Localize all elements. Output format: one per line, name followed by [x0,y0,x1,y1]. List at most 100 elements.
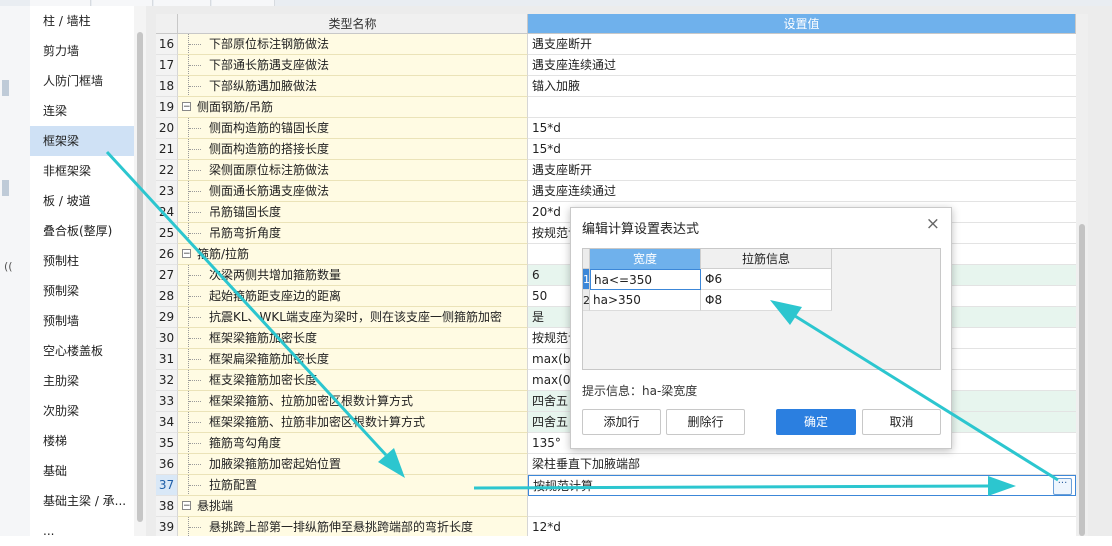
setting-value-cell[interactable]: 15*d [528,139,1076,160]
group-row[interactable]: 38− 悬挑端 [156,496,1076,517]
sidebar-scrollbar[interactable] [134,6,146,536]
grid-scrollbar[interactable] [1076,14,1088,536]
setting-value-cell[interactable]: 12*d [528,517,1076,536]
setting-value-cell[interactable]: 遇支座断开 [528,34,1076,55]
setting-value-cell[interactable]: 遇支座连续通过 [528,181,1076,202]
sidebar-item[interactable]: 框架梁 [30,126,134,156]
sidebar-item[interactable]: 柱 / 墙柱 [30,6,134,36]
table-row[interactable]: 22 梁侧面原位标注筋做法 遇支座断开 [156,160,1076,181]
width-cell[interactable]: ha<=350 [590,269,701,290]
type-name-cell: 框架扁梁箍筋加密长度 [178,349,528,370]
sidebar-item[interactable]: 楼梯 [30,426,134,456]
sidebar-item[interactable]: 空心楼盖板 [30,336,134,366]
table-row[interactable]: 37 拉筋配置 按规范计算 ··· [156,475,1076,496]
type-name-cell: 次梁两侧共增加箍筋数量 [178,265,528,286]
type-name-label: 箍筋/拉筋 [197,247,250,261]
table-row[interactable]: 36 加腋梁箍筋加密起始位置 梁柱垂直下加腋端部 [156,454,1076,475]
type-name-label: 吊筋锚固长度 [209,205,282,219]
collapse-icon[interactable]: − [182,501,191,511]
type-name-label: 下部纵筋遇加腋做法 [209,79,318,93]
type-name-label: 框架梁箍筋、拉筋非加密区根数计算方式 [209,415,426,429]
setting-value-text: 四舍五 [532,415,569,429]
sidebar-item[interactable]: 人防门框墙 [30,66,134,96]
setting-value-cell[interactable] [528,97,1076,118]
setting-value-text: 四舍五 [532,394,569,408]
table-row[interactable]: 21 侧面构造筋的搭接长度 15*d [156,139,1076,160]
collapse-icon[interactable]: − [182,102,191,112]
sidebar-item[interactable]: 连梁 [30,96,134,126]
setting-value-cell[interactable]: 遇支座断开 [528,160,1076,181]
width-cell[interactable]: ha>350 [590,290,701,311]
close-icon[interactable]: × [926,214,940,234]
cancel-button[interactable]: 取消 [862,409,941,435]
sidebar-item[interactable]: ... [30,516,134,546]
setting-value-text: 15*d [532,121,561,135]
sidebar-item[interactable]: 板 / 坡道 [30,186,134,216]
table-row[interactable]: 23 侧面通长筋遇支座做法 遇支座连续通过 [156,181,1076,202]
sidebar-item[interactable]: 主肋梁 [30,366,134,396]
row-number: 38 [156,496,178,517]
table-row[interactable]: 17 下部通长筋遇支座做法 遇支座连续通过 [156,55,1076,76]
table-row[interactable]: 20 侧面构造筋的锚固长度 15*d [156,118,1076,139]
delete-row-button[interactable]: 删除行 [666,409,745,435]
setting-value-cell[interactable]: 锚入加腋 [528,76,1076,97]
setting-value-text: 遇支座连续通过 [532,58,617,72]
tree-line-icon [188,160,201,180]
table-row[interactable]: 16 下部原位标注钢筋做法 遇支座断开 [156,34,1076,55]
row-number: 28 [156,286,178,307]
tree-line-icon [188,370,201,390]
sidebar-item[interactable]: 叠合板(整厚) [30,216,134,246]
setting-value-cell[interactable]: 遇支座连续通过 [528,55,1076,76]
type-name-cell: 下部原位标注钢筋做法 [178,34,528,55]
sidebar-item[interactable]: 剪力墙 [30,36,134,66]
row-number: 16 [156,34,178,55]
type-name-label: 框架梁箍筋、拉筋加密区根数计算方式 [209,394,414,408]
sidebar-scrollbar-thumb[interactable] [137,32,143,522]
type-name-cell: 起始箍筋距支座边的距离 [178,286,528,307]
type-name-label: 起始箍筋距支座边的距离 [209,289,342,303]
tree-line-icon [188,76,201,96]
tree-line-icon [188,118,201,138]
setting-value-cell[interactable]: 按规范计算 ··· [528,475,1076,496]
expression-row[interactable]: 1 ha<=350 Φ6 [583,269,832,290]
setting-value-text: 12*d [532,520,561,534]
table-row[interactable]: 39 悬挑跨上部第一排纵筋伸至悬挑跨端部的弯折长度 12*d [156,517,1076,536]
sidebar-item[interactable]: 基础 [30,456,134,486]
setting-value-cell[interactable]: 梁柱垂直下加腋端部 [528,454,1076,475]
sidebar-item[interactable]: 预制梁 [30,276,134,306]
setting-value-text: 锚入加腋 [532,79,581,93]
type-name-cell: 侧面构造筋的锚固长度 [178,118,528,139]
ellipsis-button[interactable]: ··· [1053,478,1072,495]
tie-info-cell[interactable]: Φ8 [701,290,832,311]
ok-button[interactable]: 确定 [776,409,856,435]
sidebar-item[interactable]: 次肋梁 [30,396,134,426]
row-number: 19 [156,97,178,118]
row-number: 24 [156,202,178,223]
table-row[interactable]: 18 下部纵筋遇加腋做法 锚入加腋 [156,76,1076,97]
type-name-label: 侧面构造筋的搭接长度 [209,142,330,156]
expression-row-number: 2 [583,290,590,311]
component-type-list: 柱 / 墙柱 剪力墙 人防门框墙 连梁 框架梁 非框架梁板 / 坡道 叠合板(整厚) 预制柱预… [30,6,134,538]
collapse-icon[interactable]: − [182,249,191,259]
row-number: 26 [156,244,178,265]
setting-value-text: 遇支座连续通过 [532,184,617,198]
sidebar-item[interactable]: 预制柱 [30,246,134,276]
expression-row[interactable]: 2 ha>350 Φ8 [583,290,832,311]
tie-info-cell[interactable]: Φ6 [701,269,832,290]
setting-value-text: 15*d [532,142,561,156]
dialog-title: 编辑计算设置表达式 [582,222,700,237]
type-name-label: 下部通长筋遇支座做法 [209,58,330,72]
grid-scrollbar-thumb[interactable] [1079,224,1085,536]
setting-value-cell[interactable]: 15*d [528,118,1076,139]
type-name-label: 下部原位标注钢筋做法 [209,37,330,51]
sidebar-item[interactable]: 非框架梁 [30,156,134,186]
type-name-label: 框架梁箍筋加密长度 [209,331,318,345]
group-row[interactable]: 19− 侧面钢筋/吊筋 [156,97,1076,118]
setting-value-cell[interactable] [528,496,1076,517]
type-name-label: 侧面钢筋/吊筋 [197,100,274,114]
tree-line-icon [188,223,201,243]
sidebar-item[interactable]: 预制墙 [30,306,134,336]
add-row-button[interactable]: 添加行 [582,409,661,435]
tie-info-header: 拉筋信息 [701,249,832,269]
sidebar-item[interactable]: 基础主梁 / 承... [30,486,134,516]
